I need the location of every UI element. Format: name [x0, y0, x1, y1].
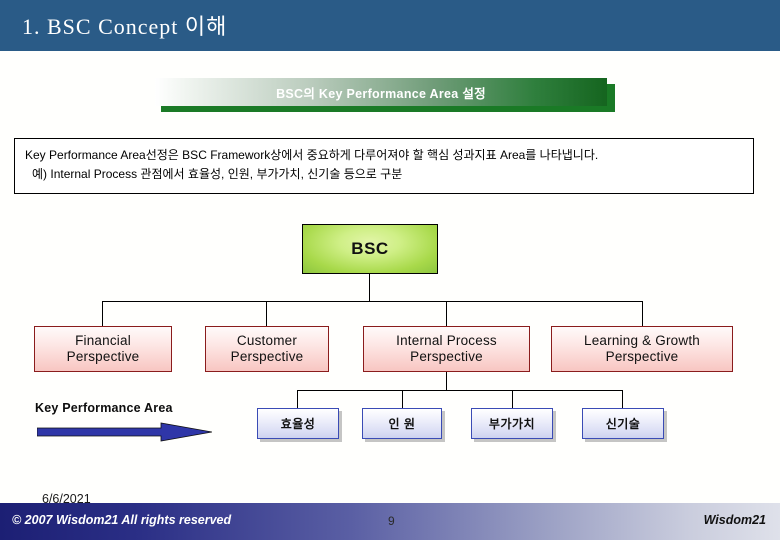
connector-root-stem	[369, 274, 370, 301]
kpa-box-headcount: 인 원	[362, 408, 442, 439]
kpa-section-label: Key Performance Area	[35, 401, 173, 415]
perspective-label-internal-process: Internal Process Perspective	[396, 333, 497, 366]
connector-drop-internal-process	[446, 301, 447, 326]
kpa-box-efficiency: 효율성	[257, 408, 339, 439]
connector-drop-kpa-2	[512, 390, 513, 408]
diagram-root-label: BSC	[351, 239, 389, 258]
connector-drop-kpa-1	[402, 390, 403, 408]
footer-brand: Wisdom21	[703, 513, 766, 527]
page-title: 1. BSC Concept 이해	[22, 14, 228, 39]
kpa-box-label: 효율성	[280, 417, 316, 431]
perspective-label-line1: Internal Process	[396, 332, 497, 348]
description-line-2: 예) Internal Process 관점에서 효율성, 인원, 부가가치, …	[32, 166, 403, 181]
connector-internal-process-stem	[446, 372, 447, 390]
perspective-label-line1: Financial	[75, 332, 131, 348]
footer-page-number: 9	[388, 514, 395, 528]
perspective-label-line2: Perspective	[66, 349, 140, 364]
perspective-label-line1: Learning & Growth	[584, 332, 700, 348]
connector-drop-kpa-3	[622, 390, 623, 408]
section-banner-label: BSC의 Key Performance Area 설정	[276, 86, 486, 101]
connector-drop-learning-growth	[642, 301, 643, 326]
perspective-label-learning-growth: Learning & Growth Perspective	[584, 333, 700, 366]
diagram-root-bsc: BSC	[302, 224, 438, 274]
section-banner: BSC의 Key Performance Area 설정	[155, 78, 615, 112]
kpa-box-label: 신기술	[605, 417, 641, 431]
kpa-box-label: 부가가치	[488, 417, 536, 431]
connector-drop-customer	[266, 301, 267, 326]
kpa-box-label: 인 원	[388, 417, 416, 431]
kpa-box-added-value: 부가가치	[471, 408, 553, 439]
kpa-box-new-technology: 신기술	[582, 408, 664, 439]
connector-perspective-bus	[102, 301, 642, 302]
section-banner-fill: BSC의 Key Performance Area 설정	[155, 78, 607, 106]
perspective-label-financial: Financial Perspective	[67, 333, 140, 366]
perspective-box-learning-growth: Learning & Growth Perspective	[551, 326, 733, 372]
perspective-label-line1: Customer	[236, 332, 298, 348]
perspective-label-line2: Perspective	[410, 349, 483, 364]
connector-kpa-bus	[297, 390, 623, 391]
perspective-label-customer: Customer Perspective	[231, 333, 304, 366]
perspective-box-financial: Financial Perspective	[34, 326, 172, 372]
kpa-arrow-icon	[37, 422, 212, 442]
perspective-box-customer: Customer Perspective	[205, 326, 329, 372]
perspective-label-line2: Perspective	[605, 349, 679, 364]
connector-drop-kpa-0	[297, 390, 298, 408]
perspective-box-internal-process: Internal Process Perspective	[363, 326, 530, 372]
description-line-1: Key Performance Area선정은 BSC Framework상에서…	[25, 148, 599, 162]
description-box: Key Performance Area선정은 BSC Framework상에서…	[14, 138, 754, 194]
perspective-label-line2: Perspective	[230, 349, 304, 364]
connector-drop-financial	[102, 301, 103, 326]
footer-copyright: © 2007 Wisdom21 All rights reserved	[12, 513, 232, 527]
